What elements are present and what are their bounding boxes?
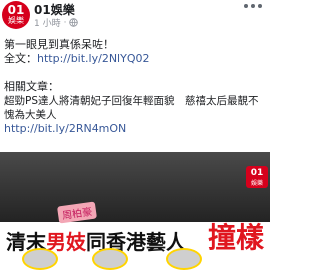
portrait-2 (92, 248, 128, 270)
brand-label: 娛樂 (250, 180, 263, 187)
avatar-label: 娛樂 (8, 16, 24, 25)
post-line-1: 第一眼見到真係呆咗！ (4, 38, 114, 51)
globe-icon (69, 18, 79, 27)
page-avatar[interactable]: 01 娛樂 (2, 1, 30, 29)
post-time[interactable]: 1 小時 (34, 16, 61, 29)
group-photo (0, 152, 270, 224)
fulltext-link[interactable]: http://bit.ly/2NlYQ02 (37, 52, 149, 65)
post-line-2: 全文：http://bit.ly/2NlYQ02 (4, 52, 266, 66)
related-link-text[interactable]: http://bit.ly/2RN4mON (4, 122, 126, 135)
post-header: 01 娛樂 01娛樂 1 小時 · (0, 0, 270, 34)
portrait-3 (166, 248, 202, 270)
post-image[interactable]: 01 娛樂 周柏豪 清末男妓同香港藝人 撞樣 (0, 152, 270, 270)
meta-separator: · (63, 17, 67, 28)
more-options-icon[interactable] (244, 4, 262, 8)
headline-big: 撞樣 (207, 221, 264, 254)
related-label: 相關文章： (4, 80, 59, 93)
related-link[interactable]: http://bit.ly/2RN4mON (4, 122, 266, 136)
avatar-number: 01 (7, 3, 25, 17)
brand-number: 01 (250, 168, 264, 178)
brand-logo: 01 娛樂 (246, 166, 268, 188)
fulltext-label: 全文： (4, 52, 37, 65)
related-text: 超勁PS達人將清朝妃子回復年輕面貌 慈禧太后最靚不愧為大美人 (4, 95, 259, 121)
post-meta: 1 小時 · (34, 16, 79, 29)
portrait-1 (22, 248, 58, 270)
